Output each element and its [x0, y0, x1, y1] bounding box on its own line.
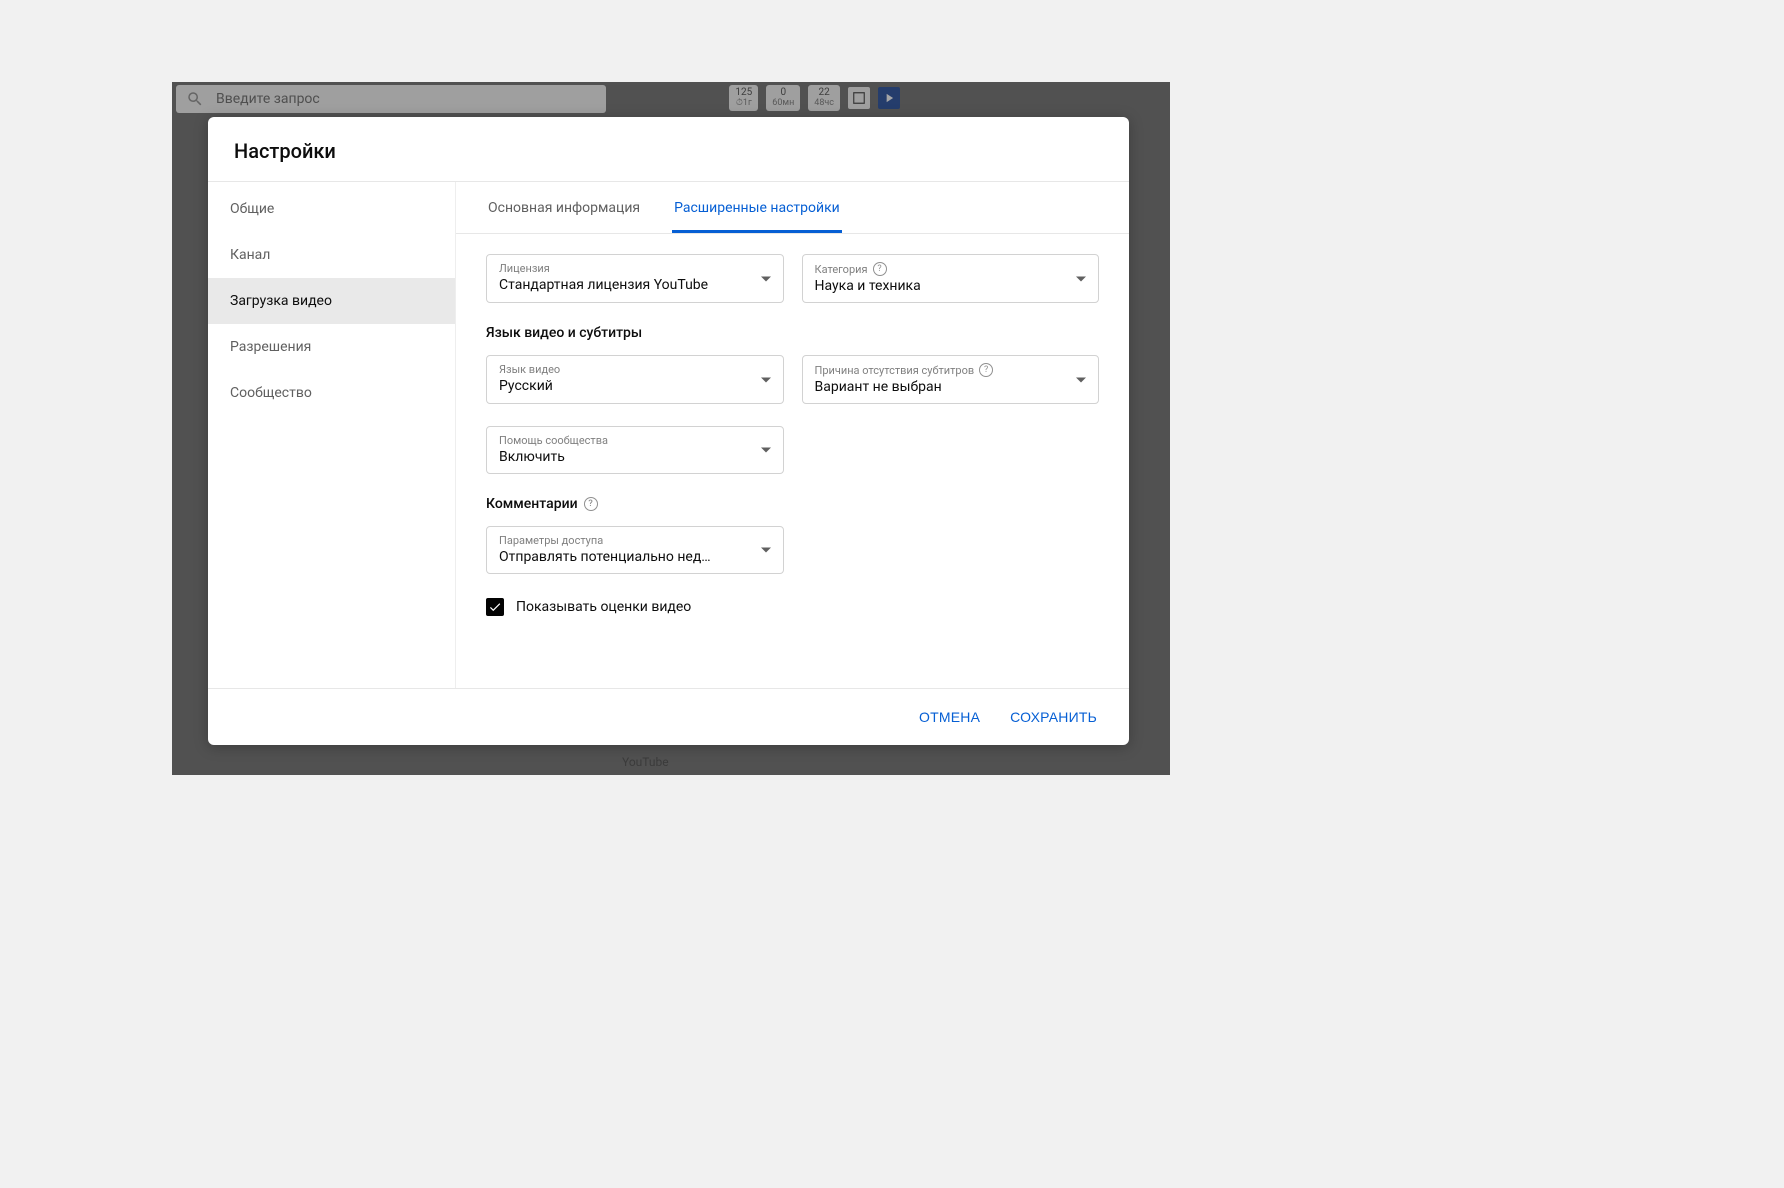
checkbox-checked-icon[interactable]	[486, 598, 504, 616]
help-icon[interactable]: ?	[979, 363, 993, 377]
category-value: Наука и техника	[815, 278, 1087, 294]
sidebar-item-channel[interactable]: Канал	[208, 232, 455, 278]
video-language-value: Русский	[499, 378, 771, 394]
no-subtitles-reason-value: Вариант не выбран	[815, 379, 1087, 395]
tab-advanced-settings[interactable]: Расширенные настройки	[672, 182, 842, 233]
cancel-button[interactable]: ОТМЕНА	[909, 703, 990, 731]
sidebar-item-permissions[interactable]: Разрешения	[208, 324, 455, 370]
community-help-label: Помощь сообщества	[499, 434, 771, 447]
comments-access-value: Отправлять потенциально нед…	[499, 549, 771, 565]
license-value: Стандартная лицензия YouTube	[499, 277, 771, 293]
community-help-select[interactable]: Помощь сообщества Включить	[486, 426, 784, 474]
license-select[interactable]: Лицензия Стандартная лицензия YouTube	[486, 254, 784, 303]
no-subtitles-reason-select[interactable]: Причина отсутствия субтитров ? Вариант н…	[802, 355, 1100, 404]
help-icon[interactable]: ?	[873, 262, 887, 276]
chevron-down-icon	[761, 448, 771, 453]
help-icon[interactable]: ?	[584, 497, 598, 511]
comments-access-label: Параметры доступа	[499, 534, 771, 547]
chevron-down-icon	[1076, 377, 1086, 382]
settings-content[interactable]: Основная информация Расширенные настройк…	[456, 182, 1129, 688]
chevron-down-icon	[1076, 276, 1086, 281]
show-ratings-label: Показывать оценки видео	[516, 599, 691, 615]
section-title-comments: Комментарии ?	[486, 496, 1099, 512]
dialog-title: Настройки	[208, 117, 1129, 181]
sidebar-item-upload-defaults[interactable]: Загрузка видео	[208, 278, 455, 324]
comments-access-select[interactable]: Параметры доступа Отправлять потенциальн…	[486, 526, 784, 574]
chevron-down-icon	[761, 377, 771, 382]
section-title-language: Язык видео и субтитры	[486, 325, 1099, 341]
community-help-value: Включить	[499, 449, 771, 465]
show-ratings-checkbox-row[interactable]: Показывать оценки видео	[486, 598, 1099, 616]
sidebar-item-community[interactable]: Сообщество	[208, 370, 455, 416]
tab-basic-info[interactable]: Основная информация	[486, 182, 642, 233]
category-select[interactable]: Категория ? Наука и техника	[802, 254, 1100, 303]
sidebar-item-general[interactable]: Общие	[208, 186, 455, 232]
category-label: Категория ?	[815, 262, 1087, 276]
settings-sidebar: Общие Канал Загрузка видео Разрешения Со…	[208, 182, 456, 688]
content-tabs: Основная информация Расширенные настройк…	[456, 182, 1129, 234]
video-language-select[interactable]: Язык видео Русский	[486, 355, 784, 404]
chevron-down-icon	[761, 548, 771, 553]
video-language-label: Язык видео	[499, 363, 771, 376]
dialog-footer: ОТМЕНА СОХРАНИТЬ	[208, 689, 1129, 745]
no-subtitles-reason-label: Причина отсутствия субтитров ?	[815, 363, 1087, 377]
save-button[interactable]: СОХРАНИТЬ	[1000, 703, 1107, 731]
chevron-down-icon	[761, 276, 771, 281]
settings-dialog: Настройки Общие Канал Загрузка видео Раз…	[208, 117, 1129, 745]
license-label: Лицензия	[499, 262, 771, 275]
